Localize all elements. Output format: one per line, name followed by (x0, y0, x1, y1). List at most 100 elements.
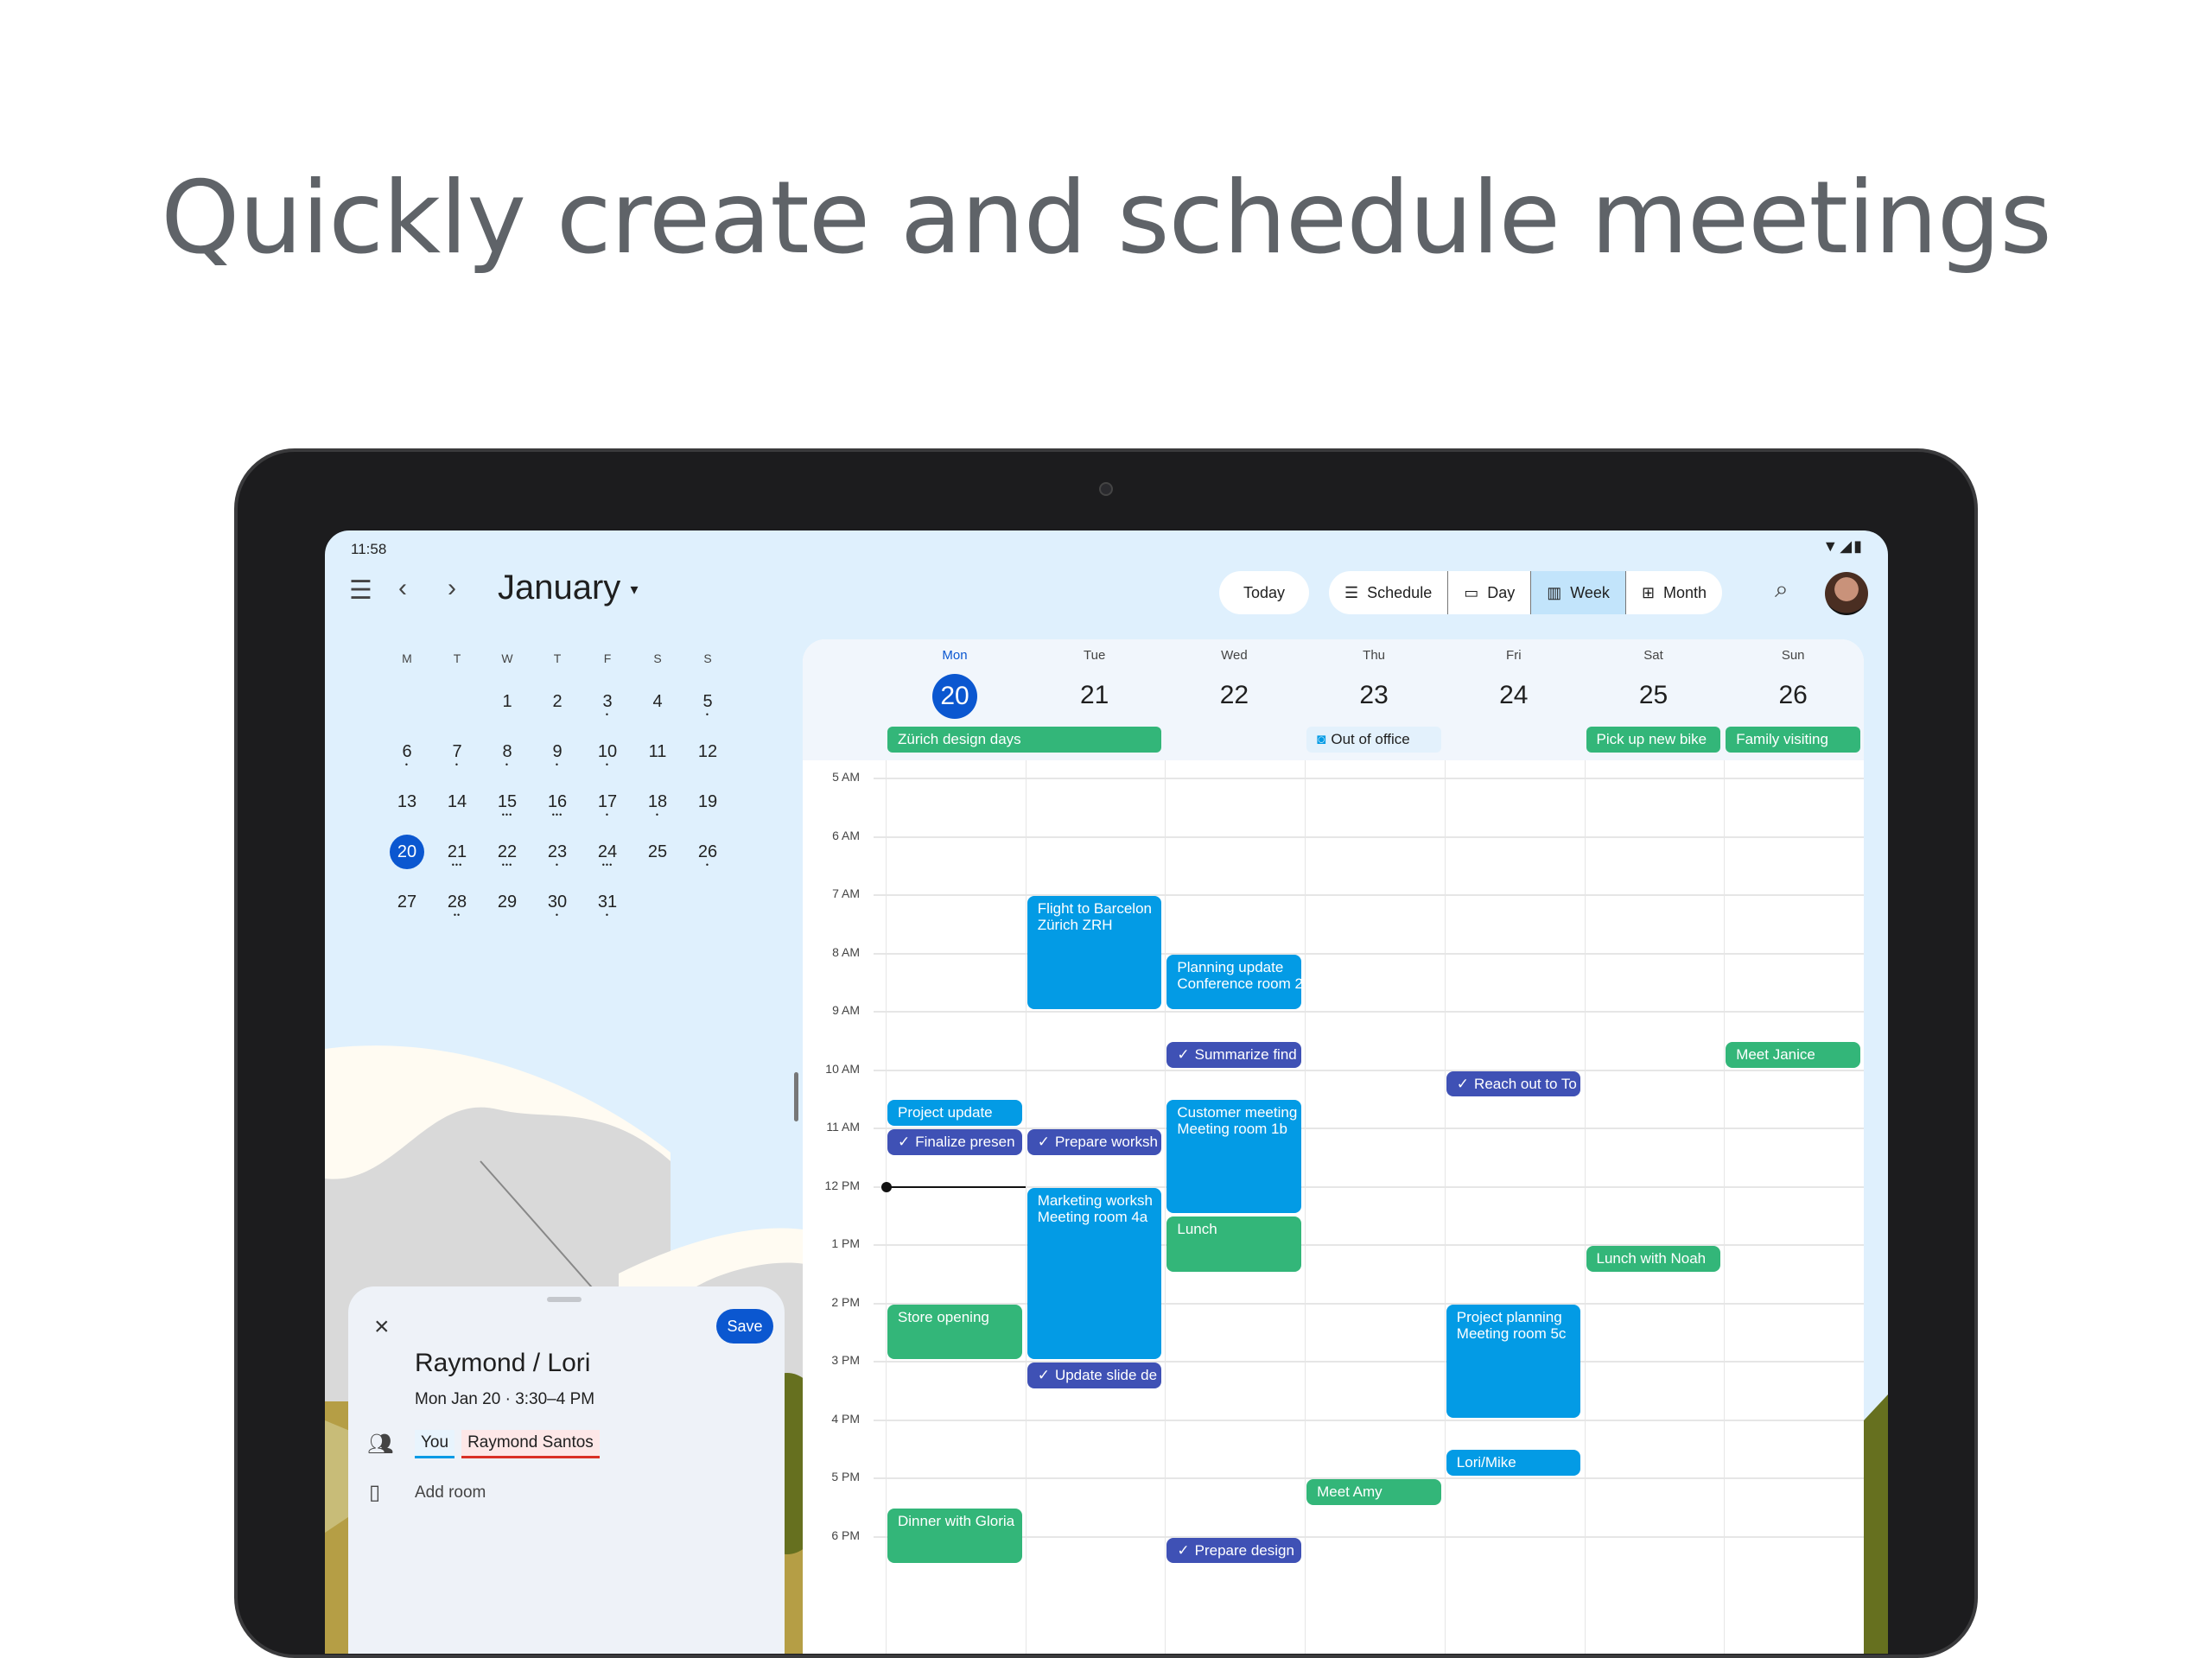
event-dots: ••• (590, 861, 625, 869)
mini-calendar-day[interactable]: 1 (490, 684, 524, 719)
event-date: Mon Jan 20 (415, 1390, 500, 1408)
view-switcher: ☰Schedule ▭Day ▥Week ⊞Month (1329, 571, 1722, 614)
search-icon[interactable]: ⌕ (1775, 575, 1789, 604)
hour-label: 8 AM (811, 945, 860, 959)
mini-calendar-day[interactable]: 27 (390, 885, 424, 919)
mini-calendar-day[interactable]: 28•• (440, 885, 474, 919)
all-day-event[interactable]: Family visiting (1726, 727, 1860, 753)
event-title: Marketing worksh (1038, 1192, 1153, 1209)
calendar-event[interactable]: Planning updateConference room 2 (1166, 955, 1301, 1010)
mini-calendar-day[interactable]: 9• (540, 734, 575, 769)
event-title: Family visiting (1736, 731, 1828, 747)
calendar-event[interactable]: Meet Janice (1726, 1042, 1860, 1068)
mini-calendar-day[interactable]: 24••• (590, 835, 625, 869)
hour-gridline (874, 1303, 1864, 1305)
event-dots: • (590, 760, 625, 769)
calendar-event[interactable]: Lunch with Noah (1586, 1246, 1721, 1272)
event-dots: • (540, 760, 575, 769)
drag-handle[interactable] (547, 1297, 582, 1302)
task-event[interactable]: ✓Update slide de (1027, 1363, 1162, 1388)
mini-calendar-day[interactable]: 18• (640, 785, 675, 819)
calendar-event[interactable]: Marketing workshMeeting room 4a (1027, 1188, 1162, 1360)
signal-icon: ◢ (1840, 537, 1853, 555)
task-event[interactable]: ✓Summarize find (1166, 1042, 1301, 1068)
event-title: Store opening (898, 1309, 989, 1325)
add-room-button[interactable]: Add room (415, 1483, 486, 1502)
calendar-event[interactable]: Meet Amy (1306, 1479, 1441, 1505)
view-week[interactable]: ▥Week (1531, 571, 1626, 614)
task-check-icon: ✓ (1177, 1046, 1189, 1063)
mini-calendar-day[interactable]: 11 (640, 734, 675, 769)
calendar-event[interactable]: Project planningMeeting room 5c (1446, 1305, 1581, 1418)
event-dots: ••• (490, 810, 524, 819)
today-button[interactable]: Today (1219, 571, 1309, 614)
mini-calendar-day[interactable]: 19 (690, 785, 725, 819)
close-icon[interactable]: × (374, 1312, 390, 1342)
task-event[interactable]: ✓Reach out to To (1446, 1071, 1581, 1097)
save-button[interactable]: Save (716, 1309, 773, 1344)
month-title[interactable]: January ▾ (498, 569, 638, 607)
mini-calendar-day[interactable]: 12 (690, 734, 725, 769)
mini-calendar-day[interactable]: 2 (540, 684, 575, 719)
mini-calendar-day[interactable]: 8• (490, 734, 524, 769)
view-schedule[interactable]: ☰Schedule (1329, 571, 1448, 614)
event-dots: • (440, 760, 474, 769)
calendar-event[interactable]: Project update (887, 1100, 1022, 1126)
event-dots: • (390, 760, 424, 769)
mini-calendar-day[interactable]: 30• (540, 885, 575, 919)
mini-calendar-day[interactable]: 16••• (540, 785, 575, 819)
calendar-event[interactable]: Lunch (1166, 1217, 1301, 1272)
event-dots: ••• (490, 861, 524, 869)
view-month[interactable]: ⊞Month (1626, 571, 1722, 614)
mini-calendar-day[interactable]: 13 (390, 785, 424, 819)
calendar-event[interactable]: Customer meetingMeeting room 1b (1166, 1100, 1301, 1213)
event-dots: • (490, 760, 524, 769)
mini-calendar-day[interactable]: 6• (390, 734, 424, 769)
day-gridline (1724, 760, 1725, 1654)
mini-calendar-day[interactable]: 21••• (440, 835, 474, 869)
next-week-icon[interactable]: › (448, 574, 456, 603)
mini-calendar-day[interactable]: 15••• (490, 785, 524, 819)
task-event[interactable]: ✓Prepare worksh (1027, 1129, 1162, 1155)
mini-calendar-day[interactable]: 23• (540, 835, 575, 869)
mini-calendar-day[interactable]: 26• (690, 835, 725, 869)
hour-gridline (874, 894, 1864, 896)
tablet-screen: 11:58 ▼◢▮ ☰ ‹ › January ▾ Today ☰Schedul… (325, 530, 1888, 1654)
task-event[interactable]: ✓Prepare design (1166, 1538, 1301, 1564)
mini-calendar-day[interactable]: 7• (440, 734, 474, 769)
avatar[interactable] (1825, 572, 1868, 615)
all-day-event[interactable]: ◙Out of office (1306, 727, 1441, 753)
all-day-event[interactable]: Pick up new bike (1586, 727, 1721, 753)
mini-calendar-day[interactable]: 31• (590, 885, 625, 919)
task-event[interactable]: ✓Finalize presen (887, 1129, 1022, 1155)
mini-calendar-day[interactable]: 25 (640, 835, 675, 869)
mini-calendar-day[interactable]: 20 (390, 835, 424, 869)
mini-calendar-day[interactable]: 10• (590, 734, 625, 769)
all-day-event[interactable]: Zürich design days (887, 727, 1161, 753)
previous-week-icon[interactable]: ‹ (398, 574, 407, 603)
event-location: Meeting room 5c (1457, 1325, 1571, 1342)
calendar-event[interactable]: Flight to BarcelonZürich ZRH (1027, 896, 1162, 1009)
mini-calendar-day[interactable]: 5• (690, 684, 725, 719)
mini-calendar-day[interactable]: 4 (640, 684, 675, 719)
attendee-chip[interactable]: Raymond Santos (461, 1430, 600, 1458)
event-datetime[interactable]: Mon Jan 20 · 3:30–4 PM (415, 1390, 594, 1409)
attendee-chip[interactable]: You (415, 1430, 454, 1458)
event-dots: • (590, 710, 625, 719)
view-day[interactable]: ▭Day (1448, 571, 1531, 614)
event-title: Dinner with Gloria (898, 1513, 1014, 1529)
sidebar-scrollbar[interactable] (794, 1072, 798, 1121)
hour-gridline (874, 1070, 1864, 1071)
menu-icon[interactable]: ☰ (349, 575, 372, 606)
mini-calendar-day[interactable]: 29 (490, 885, 524, 919)
view-label: Day (1487, 584, 1515, 602)
calendar-event[interactable]: Lori/Mike (1446, 1450, 1581, 1476)
hour-label: 4 PM (811, 1412, 860, 1426)
mini-calendar-day[interactable]: 3• (590, 684, 625, 719)
mini-calendar-day[interactable]: 17• (590, 785, 625, 819)
mini-calendar-day[interactable]: 14 (440, 785, 474, 819)
calendar-event[interactable]: Store opening (887, 1305, 1022, 1360)
hour-gridline (874, 1536, 1864, 1538)
event-title[interactable]: Raymond / Lori (415, 1349, 590, 1378)
mini-calendar-day[interactable]: 22••• (490, 835, 524, 869)
